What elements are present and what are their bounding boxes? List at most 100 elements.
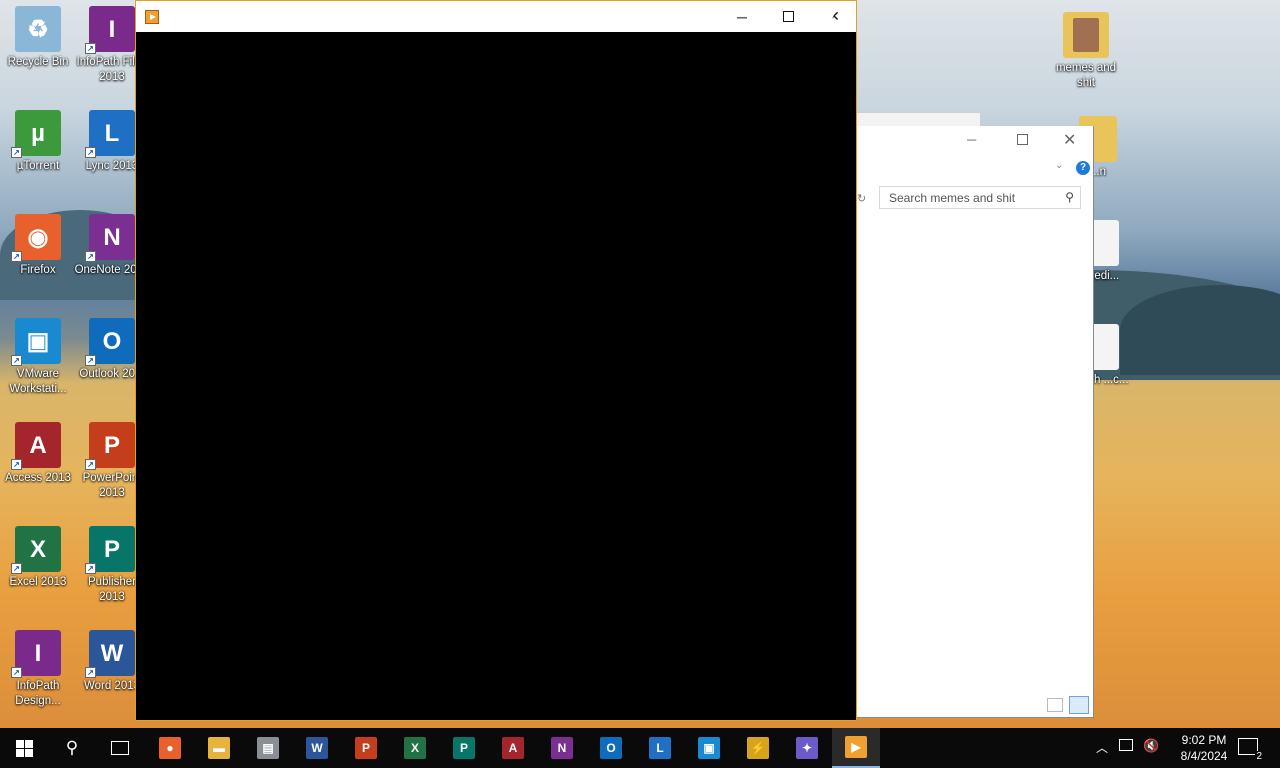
recycle-bin-icon: ♻ [15,6,61,52]
taskbar-app-control-panel[interactable]: ▤ [244,728,292,768]
task-view-button[interactable] [96,728,144,768]
desktop-icon-label: VMware Workstati... [9,368,67,395]
bird-app-icon: ✦ [796,737,818,759]
clock-date: 8/4/2024 [1180,749,1228,763]
network-icon[interactable] [1119,739,1133,751]
media-player-icon: ▶ [845,736,867,758]
minimize-button[interactable]: ─ [719,1,765,32]
taskbar-app-outlook[interactable]: O [587,728,635,768]
maximize-button[interactable] [1017,134,1028,145]
infopath-icon: I ↗ [85,6,135,54]
maximize-button[interactable] [765,1,811,32]
shortcut-arrow-icon: ↗ [11,459,22,470]
help-icon[interactable]: ? [1076,161,1090,175]
shortcut-arrow-icon: ↗ [11,147,22,158]
desktop-icon-firefox[interactable]: ◉ ↗ Firefox [0,208,76,304]
publisher-icon: P ↗ [85,526,135,574]
taskbar-app-word[interactable]: W [293,728,341,768]
desktop-icon-label: Firefox [20,264,56,276]
taskbar-app-media-player[interactable]: ▶ [832,728,880,768]
shortcut-arrow-icon: ↗ [85,667,96,678]
media-player-window[interactable]: ─ ✕ [135,0,857,721]
taskbar-app-onenote[interactable]: N [538,728,586,768]
clock[interactable]: 9:02 PM 8/4/2024 [1174,732,1234,764]
shortcut-arrow-icon: ↗ [85,355,96,366]
shortcut-arrow-icon: ↗ [11,355,22,366]
desktop-icon-excel[interactable]: X ↗ Excel 2013 [0,520,76,616]
search-placeholder: Search memes and shit [889,191,1016,205]
close-button[interactable]: ✕ [1063,130,1076,150]
infopath-designer-icon: I ↗ [11,630,61,678]
search-button[interactable]: ⚲ [48,728,96,768]
shortcut-arrow-icon: ↗ [85,251,96,262]
desktop-icon-label: Recycle Bin [7,56,69,68]
access-icon: A ↗ [11,422,61,470]
word-icon: W [306,737,328,759]
taskbar: ⚲ ● ▬ ▤ W P X P A N O L ▣ ⚡ ✦ ▶ ︿ 🔇 9:02 PM 8/4/2024 2 [0,728,1280,768]
taskbar-app-bird-app[interactable]: ✦ [783,728,831,768]
taskbar-app-lync[interactable]: L [636,728,684,768]
utorrent-icon: µ ↗ [11,110,61,158]
desktop-icon-recycle-bin[interactable]: ♻ Recycle Bin [0,0,76,96]
chevron-down-icon[interactable]: ⌄ [1055,160,1063,171]
taskbar-app-vmware[interactable]: ▣ [685,728,733,768]
desktop-icon-label: Word 2013 [83,680,141,692]
vmware-icon: ▣ ↗ [11,318,61,366]
file-explorer-icon: ▬ [208,737,230,759]
windows-logo-icon [15,739,33,757]
vmware-icon: ▣ [698,737,720,759]
shortcut-arrow-icon: ↗ [85,43,96,54]
minimize-button[interactable]: ─ [967,132,976,147]
shortcut-arrow-icon: ↗ [85,147,96,158]
folder-memes-icon [1063,12,1109,58]
powerpoint-icon: P ↗ [85,422,135,470]
desktop-icon-label: µTorrent [16,160,60,172]
taskbar-app-file-explorer[interactable]: ▬ [195,728,243,768]
desktop-icon-label: Lync 2013 [85,160,139,172]
task-view-icon [111,741,129,755]
onenote-icon: N [551,737,573,759]
desktop-icon-label: memes and shit [1055,62,1117,89]
outlook-icon: O ↗ [85,318,135,366]
volume-muted-icon[interactable]: 🔇 [1143,738,1159,754]
desktop-icon-memes-folder[interactable]: memes and shit [1048,6,1124,102]
taskbar-app-publisher[interactable]: P [440,728,488,768]
desktop-icon-label: InfoPath Design... [15,680,61,707]
firefox-icon: ● [159,737,181,759]
access-icon: A [502,737,524,759]
explorer-window[interactable]: ─ ✕ ⌄ ? ↻ Search memes and shit ⚲ [857,126,1094,718]
word-icon: W ↗ [85,630,135,678]
desktop-icon-label: Excel 2013 [9,576,67,588]
onenote-icon: N ↗ [85,214,135,262]
outlook-icon: O [600,737,622,759]
taskbar-app-firefox[interactable]: ● [146,728,194,768]
desktop-icon-vmware[interactable]: ▣ ↗ VMware Workstati... [0,312,76,408]
mouse-cursor [830,9,837,23]
clock-time: 9:02 PM [1181,733,1227,747]
taskbar-app-powerpoint[interactable]: P [342,728,390,768]
search-input[interactable]: Search memes and shit ⚲ [879,186,1081,209]
torrent-tool-icon: ⚡ [747,737,769,759]
control-panel-icon: ▤ [257,737,279,759]
taskbar-app-access[interactable]: A [489,728,537,768]
show-hidden-icons-button[interactable]: ︿ [1096,739,1108,756]
shortcut-arrow-icon: ↗ [11,563,22,574]
powerpoint-icon: P [355,737,377,759]
refresh-icon[interactable]: ↻ [857,192,866,205]
large-icons-view-button[interactable] [1069,696,1089,714]
publisher-icon: P [453,737,475,759]
search-icon: ⚲ [1065,190,1074,204]
shortcut-arrow-icon: ↗ [85,459,96,470]
desktop-icon-access[interactable]: A ↗ Access 2013 [0,416,76,512]
action-center-button[interactable]: 2 [1238,738,1263,762]
excel-icon: X ↗ [11,526,61,574]
desktop-icon-infopath-designer[interactable]: I ↗ InfoPath Design... [0,624,76,720]
details-view-button[interactable] [1047,698,1063,712]
taskbar-app-torrent-tool[interactable]: ⚡ [734,728,782,768]
taskbar-app-excel[interactable]: X [391,728,439,768]
title-bar[interactable]: ─ ✕ [136,1,856,32]
desktop-icon-label: Access 2013 [5,472,71,484]
start-button[interactable] [0,728,48,768]
desktop-icon-utorrent[interactable]: µ ↗ µTorrent [0,104,76,200]
lync-icon: L ↗ [85,110,135,158]
